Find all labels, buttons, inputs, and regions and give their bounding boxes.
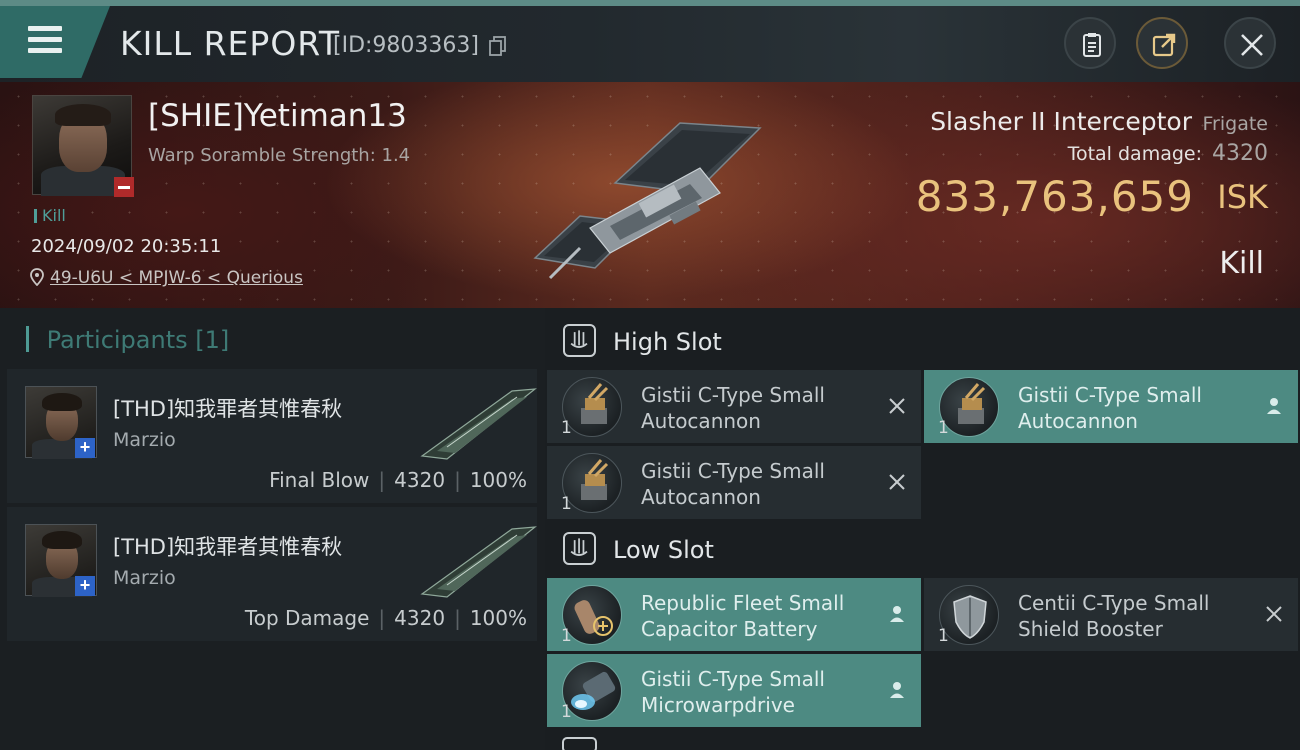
- destroyed-x-icon: [889, 474, 905, 490]
- report-id: [ID:9803363]: [333, 33, 479, 58]
- participant-ship-image: [420, 388, 537, 460]
- kill-summary-banner: [SHIE]Yetiman13 Warp Soramble Strength: …: [0, 82, 1300, 308]
- participant-row[interactable]: + [THD]知我罪者其惟春秋 Marzio Final Blow | 4320 | 1…: [7, 369, 537, 503]
- module-name: Gistii C-Type Small Autocannon: [1018, 383, 1202, 433]
- share-icon: [1152, 33, 1176, 57]
- low-slot-header: Low Slot: [545, 518, 1300, 580]
- kill-type-tag: Kill: [34, 206, 66, 225]
- module-quantity: 1: [561, 418, 572, 438]
- module-quantity: 1: [561, 494, 572, 514]
- victim-ship-class: Frigate: [1202, 113, 1268, 135]
- hostile-standing-icon: [114, 177, 134, 197]
- location-pin-icon: [30, 268, 44, 286]
- participant-ship-image: [420, 526, 537, 598]
- destroyed-x-icon: [889, 398, 905, 414]
- module-name: Gistii C-Type Small Autocannon: [641, 459, 825, 509]
- total-damage-label: Total damage:: [1067, 143, 1202, 165]
- isk-unit: ISK: [1217, 178, 1268, 216]
- corp-standing-plus-icon: +: [75, 438, 95, 458]
- module-item[interactable]: 1 Gistii C-Type Small Autocannon: [547, 446, 921, 519]
- module-name: Centii C-Type Small Shield Booster: [1018, 591, 1210, 641]
- module-quantity: 1: [561, 626, 572, 646]
- share-button[interactable]: [1136, 17, 1188, 69]
- top-accent-line: [0, 0, 1300, 6]
- dropped-person-icon: [890, 682, 904, 698]
- corp-standing-plus-icon: +: [75, 576, 95, 596]
- participant-damage: 4320: [394, 468, 446, 492]
- participant-ship: Marzio: [113, 429, 176, 451]
- page-title: KILL REPORT: [120, 24, 340, 63]
- participant-ship: Marzio: [113, 567, 176, 589]
- close-button[interactable]: [1224, 17, 1276, 69]
- victim-ship-image: [533, 122, 762, 280]
- module-quantity: 1: [938, 626, 949, 646]
- high-slot-title: High Slot: [613, 328, 722, 356]
- participants-header: Participants [1]: [26, 326, 230, 354]
- location-text: 49-U6U < MPJW-6 < Querious: [50, 268, 303, 288]
- module-item[interactable]: 1 Republic Fleet Small Capacitor Battery: [547, 578, 921, 651]
- participant-percent: 100%: [469, 468, 527, 492]
- copy-id-icon[interactable]: [489, 36, 507, 56]
- total-damage-value: 4320: [1212, 141, 1268, 166]
- module-item[interactable]: 1 Centii C-Type Small Shield Booster: [924, 578, 1298, 651]
- high-slot-icon: [563, 324, 596, 357]
- clipboard-button[interactable]: [1064, 17, 1116, 69]
- module-name: Gistii C-Type Small Microwarpdrive: [641, 667, 825, 717]
- victim-ship-name[interactable]: Slasher II Interceptor: [930, 107, 1192, 136]
- dropped-person-icon: [890, 606, 904, 622]
- low-slot-title: Low Slot: [613, 536, 714, 564]
- participant-row[interactable]: + [THD]知我罪者其惟春秋 Marzio Top Damage | 4320 | 1…: [7, 507, 537, 641]
- hamburger-icon: [28, 26, 62, 59]
- destroyed-x-icon: [1266, 606, 1282, 622]
- kill-location-link[interactable]: 49-U6U < MPJW-6 < Querious: [30, 268, 303, 288]
- menu-button[interactable]: [0, 6, 110, 78]
- module-quantity: 1: [938, 418, 949, 438]
- participant-role: Top Damage: [244, 606, 370, 630]
- clipboard-icon: [1083, 33, 1101, 57]
- participants-count: [1]: [195, 326, 230, 354]
- module-item[interactable]: 1 Gistii C-Type Small Autocannon: [547, 370, 921, 443]
- close-icon: [1241, 34, 1263, 56]
- participant-stats: Final Blow | 4320 | 100%: [269, 468, 527, 492]
- participant-damage: 4320: [394, 606, 446, 630]
- participant-name: [THD]知我罪者其惟春秋: [113, 397, 343, 421]
- participants-panel: Participants [1] + [THD]知我罪者其惟春秋 Marzio …: [0, 308, 545, 750]
- dropped-person-icon: [1267, 398, 1281, 414]
- participant-stats: Top Damage | 4320 | 100%: [244, 606, 527, 630]
- kill-timestamp: 2024/09/02 20:35:11: [31, 236, 222, 257]
- participant-role: Final Blow: [269, 468, 370, 492]
- module-item[interactable]: 1 Gistii C-Type Small Autocannon: [924, 370, 1298, 443]
- low-slot-icon: [563, 532, 596, 565]
- victim-name[interactable]: [SHIE]Yetiman13: [148, 98, 407, 134]
- participants-label: Participants: [46, 326, 188, 354]
- module-name: Gistii C-Type Small Autocannon: [641, 383, 825, 433]
- top-bar: KILL REPORT [ID:9803363]: [0, 0, 1300, 82]
- warp-scramble-strength: Warp Soramble Strength: 1.4: [148, 145, 411, 166]
- participant-name: [THD]知我罪者其惟春秋: [113, 535, 343, 559]
- isk-value: 833,763,659: [915, 172, 1194, 221]
- next-slot-icon-partial: [562, 737, 597, 750]
- module-quantity: 1: [561, 702, 572, 722]
- participant-percent: 100%: [469, 606, 527, 630]
- fitting-panel: High Slot 1 Gistii C-Type Small Autocann…: [545, 308, 1300, 750]
- module-item[interactable]: 1 Gistii C-Type Small Microwarpdrive: [547, 654, 921, 727]
- kill-result-label: Kill: [1219, 246, 1264, 281]
- module-name: Republic Fleet Small Capacitor Battery: [641, 591, 845, 641]
- high-slot-header: High Slot: [545, 310, 1300, 372]
